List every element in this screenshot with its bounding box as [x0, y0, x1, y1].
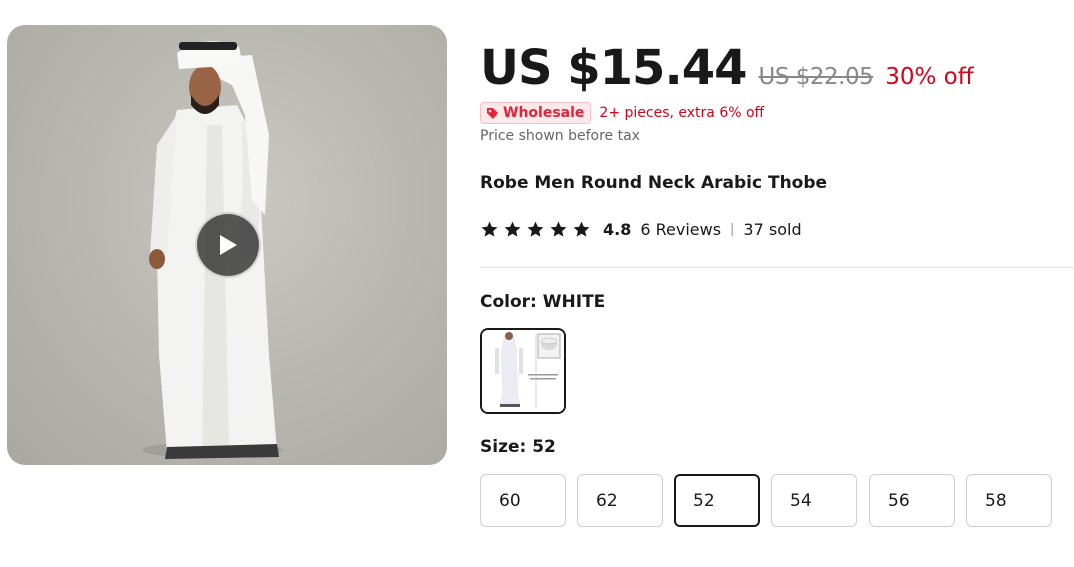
product-title: Robe Men Round Neck Arabic Thobe	[480, 173, 828, 193]
wholesale-badge-label: Wholesale	[503, 105, 585, 121]
star-icon	[504, 221, 521, 237]
star-icon	[573, 221, 590, 237]
selected-size: 52	[532, 437, 556, 457]
size-option-56[interactable]: 56	[869, 474, 955, 527]
selected-color: WHITE	[542, 292, 606, 312]
star-icon	[527, 221, 544, 237]
price-row: US $15.44 US $22.05 30% off	[480, 40, 974, 96]
color-thumbnail	[482, 330, 564, 412]
separator: |	[730, 222, 735, 237]
wholesale-row: Wholesale 2+ pieces, extra 6% off	[480, 102, 764, 124]
original-price: US $22.05	[758, 64, 874, 90]
tax-note: Price shown before tax	[480, 128, 640, 144]
size-option-60[interactable]: 60	[480, 474, 566, 527]
size-option-58[interactable]: 58	[966, 474, 1052, 527]
size-label-prefix: Size:	[480, 437, 533, 457]
color-label: Color: WHITE	[480, 292, 605, 312]
size-option-62[interactable]: 62	[577, 474, 663, 527]
size-label: Size: 52	[480, 437, 556, 457]
play-video-button[interactable]	[195, 212, 261, 278]
color-label-prefix: Color:	[480, 292, 543, 312]
current-price: US $15.44	[480, 40, 747, 96]
rating-row: 4.8 6 Reviews | 37 sold	[480, 220, 802, 239]
discount-label: 30% off	[885, 64, 974, 90]
star-icon	[550, 221, 567, 237]
size-option-54[interactable]: 54	[771, 474, 857, 527]
wholesale-badge[interactable]: Wholesale	[480, 102, 592, 124]
play-icon	[220, 235, 237, 255]
tag-icon	[487, 107, 498, 119]
star-icon	[481, 221, 498, 237]
sold-count: 37 sold	[743, 220, 802, 239]
color-option-white[interactable]	[480, 328, 566, 414]
product-image[interactable]	[7, 25, 447, 465]
divider	[480, 267, 1074, 268]
size-option-52[interactable]: 52	[674, 474, 760, 527]
wholesale-offer-text: 2+ pieces, extra 6% off	[599, 105, 765, 121]
rating-value: 4.8	[603, 220, 632, 239]
star-rating	[480, 220, 591, 239]
reviews-link[interactable]: 6 Reviews	[640, 220, 721, 239]
